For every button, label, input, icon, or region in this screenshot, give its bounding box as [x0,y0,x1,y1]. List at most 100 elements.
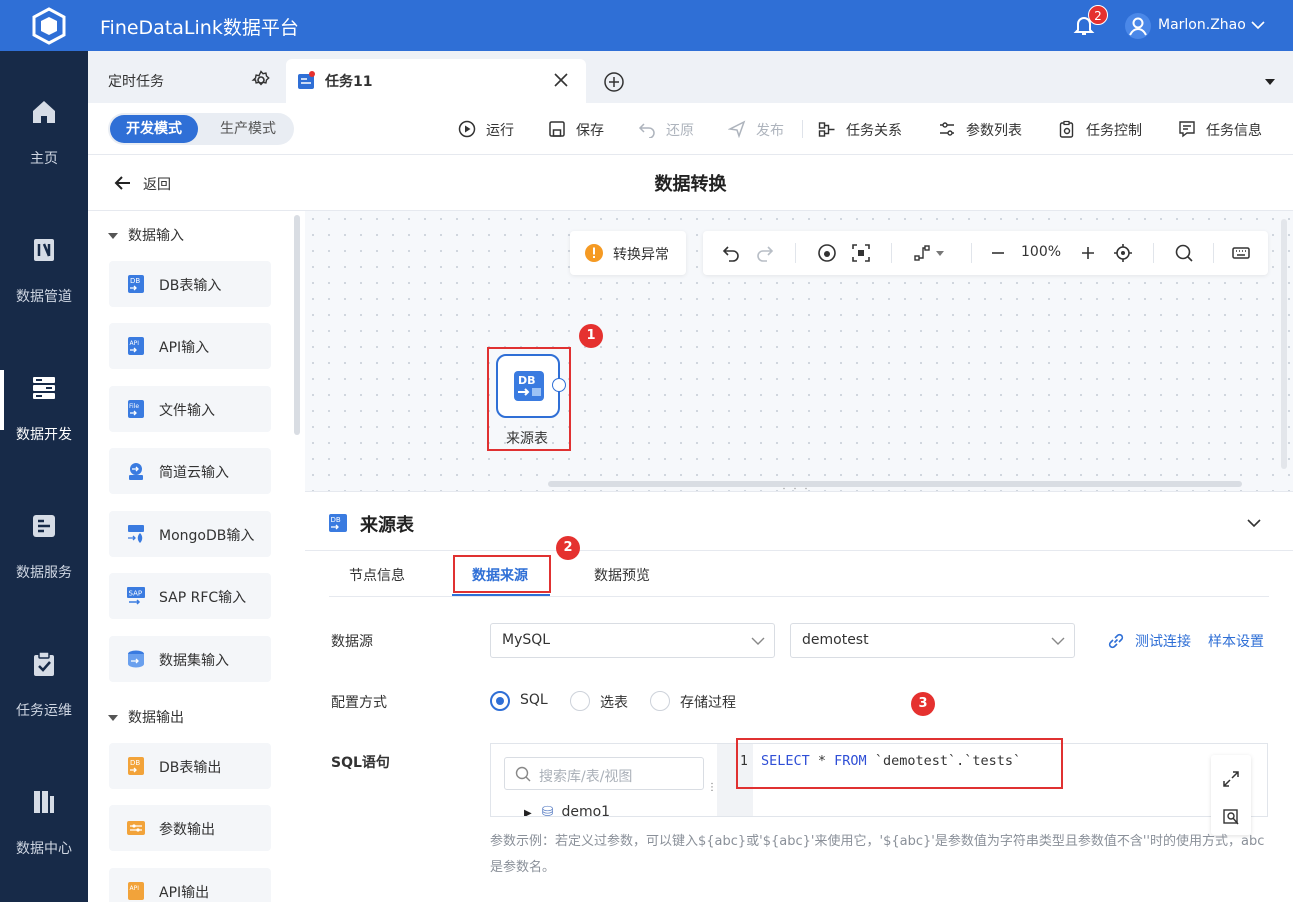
tab-divider [329,596,1269,597]
radio-sql-label[interactable]: SQL [520,692,548,708]
ops-icon [34,651,54,676]
cloud-icon [129,463,143,480]
section-data-input[interactable]: 数据输入 [108,225,184,245]
undo-icon[interactable] [721,243,741,263]
top-bar: FineDataLink数据平台 2 Marlon.Zhao [0,0,1293,51]
panel-title: 来源表 [360,515,414,536]
svg-text:DB: DB [331,516,341,524]
radio-select-table-label[interactable]: 选表 [600,692,628,712]
test-connection-link[interactable]: 测试连接 [1135,631,1191,651]
conversion-error-button[interactable]: 转换异常 [570,231,686,275]
locate-icon[interactable] [1113,243,1133,263]
param-output-icon [127,821,145,835]
expand-icon[interactable] [1222,770,1240,788]
tree-item-database[interactable]: ▶ ⛁ demo1 [524,804,610,816]
tab-scheduled-tasks[interactable]: 定时任务 [88,59,284,103]
table-search-input[interactable]: 搜索库/表/视图 [504,757,704,790]
nav-item-service[interactable]: 数据服务 [0,512,88,632]
database-select[interactable]: demotest [790,623,1075,658]
nav-item-pipeline[interactable]: 数据管道 [0,236,88,356]
active-indicator [0,370,4,430]
connector-style-icon[interactable] [913,243,933,263]
gear-icon[interactable] [251,70,271,90]
tab-data-preview[interactable]: 数据预览 [594,565,650,585]
component-file-input[interactable]: File 文件输入 [109,386,271,432]
mode-switch[interactable]: 开发模式 生产模式 [108,113,294,145]
nav-label: 任务运维 [16,703,72,719]
close-icon[interactable] [552,71,570,89]
add-tab-icon[interactable] [603,71,625,93]
component-sap-input[interactable]: SAP SAP RFC输入 [109,573,271,619]
search-icon[interactable] [1174,243,1194,263]
sample-settings-link[interactable]: 样本设置 [1208,631,1264,651]
tab-node-info[interactable]: 节点信息 [349,565,405,585]
component-jdy-input[interactable]: 简道云输入 [109,448,271,494]
datacenter-icon [34,791,54,813]
file-icon: File [128,400,144,418]
db-type-select[interactable]: MySQL [490,623,775,658]
save-icon [549,121,565,137]
component-api-output[interactable]: API API输出 [109,868,271,902]
nav-item-ops[interactable]: 任务运维 [0,650,88,770]
preview-eye-icon[interactable] [817,243,837,263]
link-icon[interactable] [1107,632,1125,650]
highlight-box-sql [736,738,1063,789]
user-name[interactable]: Marlon.Zhao [1158,17,1246,33]
canvas-vertical-scrollbar[interactable] [1281,219,1287,469]
nav-item-datacenter[interactable]: 数据中心 [0,788,88,908]
mode-dev-button[interactable]: 开发模式 [110,115,198,143]
zoom-out-icon[interactable] [988,243,1008,263]
caret-down-icon[interactable] [935,243,945,263]
svg-text:SAP: SAP [129,590,143,598]
chevron-down-icon [751,637,765,645]
node-output-port[interactable] [552,378,566,392]
nav-label: 数据服务 [16,565,72,581]
dev-icon [33,377,55,399]
api-output-icon: API [128,882,144,900]
step-marker-2: 2 [556,536,580,560]
app-logo-icon [32,7,66,45]
mode-prod-button[interactable]: 生产模式 [204,115,292,143]
send-icon [728,120,746,138]
app-title: FineDataLink数据平台 [100,17,299,39]
message-icon [1179,121,1195,138]
chevron-down-icon[interactable] [1245,514,1263,532]
format-preview-icon[interactable] [1222,808,1240,826]
datasource-label: 数据源 [331,634,373,650]
config-mode-label: 配置方式 [331,695,387,711]
section-data-output[interactable]: 数据输出 [108,707,184,727]
tab-task-11[interactable]: 任务11 [286,59,586,103]
keyboard-icon[interactable] [1231,243,1251,263]
component-panel: 数据输入 DB DB表输入 API API输入 File 文件输入 简道云输入 … [88,211,304,902]
chevron-down-icon[interactable] [1250,18,1266,32]
component-db-output[interactable]: DB DB表输出 [109,743,271,789]
component-mongodb-input[interactable]: MongoDB输入 [109,511,271,557]
radio-stored-procedure-label[interactable]: 存储过程 [680,692,736,712]
canvas-horizontal-scrollbar[interactable] [548,481,1242,487]
redo-icon[interactable] [755,243,775,263]
flow-canvas[interactable]: 转换异常 100% DB 来源表 1 ⋮⋮⋮ [305,211,1293,498]
component-api-input[interactable]: API API输入 [109,323,271,369]
fit-view-icon[interactable] [851,243,871,263]
nav-item-home[interactable]: 主页 [0,98,88,218]
undo-icon [638,123,655,138]
radio-stored-procedure[interactable] [650,691,670,711]
caret-down-icon[interactable] [1264,77,1276,87]
nav-item-dev[interactable]: 数据开发 [0,370,88,494]
component-db-input[interactable]: DB DB表输入 [109,261,271,307]
radio-sql[interactable] [490,691,510,711]
user-avatar-icon[interactable] [1124,12,1152,40]
tab-bar: 定时任务 任务11 [88,51,1293,103]
component-dataset-input[interactable]: 数据集输入 [109,636,271,682]
panel-scrollbar[interactable] [294,215,300,435]
dataset-icon [128,650,144,668]
clipboard-gear-icon [1059,120,1074,138]
nav-label: 主页 [30,151,58,167]
divider [305,550,1293,551]
radio-select-table[interactable] [570,691,590,711]
component-param-output[interactable]: 参数输出 [109,805,271,851]
db-table-icon: DB [128,275,144,293]
svg-text:API: API [130,885,140,892]
zoom-in-icon[interactable] [1078,243,1098,263]
source-table-node[interactable]: DB [496,354,560,418]
